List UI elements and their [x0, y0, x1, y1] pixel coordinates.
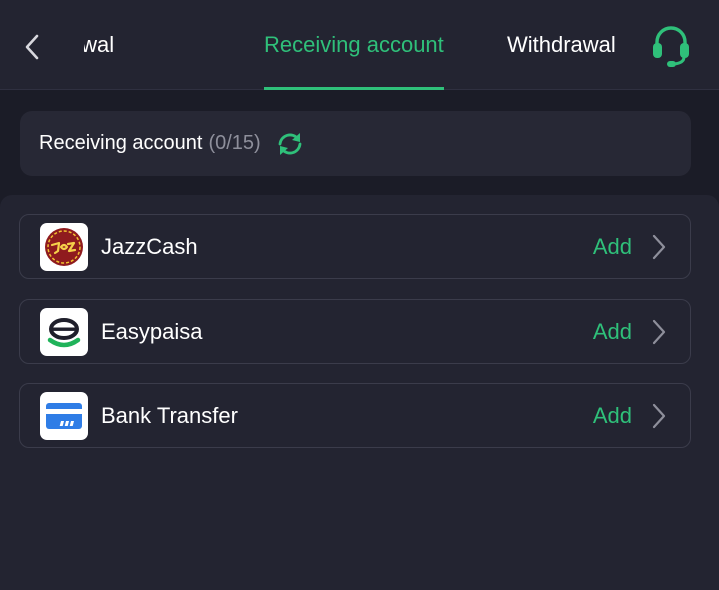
account-row-bank-transfer[interactable]: Bank Transfer Add [19, 383, 691, 448]
jazzcash-logo [40, 223, 88, 271]
tab-label: Receiving account [264, 32, 444, 57]
receiving-account-summary: Receiving account (0/15) [20, 111, 691, 176]
tab-receiving-account[interactable]: Receiving account [264, 0, 444, 90]
active-tab-indicator [264, 87, 444, 90]
tab-strip: t withdrawal Receiving account Withdrawa… [84, 0, 629, 90]
refresh-button[interactable] [275, 129, 305, 159]
tab-withdrawal[interactable]: Withdrawal [507, 0, 616, 90]
account-name: JazzCash [101, 233, 198, 259]
account-count: (0/15) [208, 132, 261, 154]
bank-card-icon [40, 392, 88, 440]
chevron-right-icon [648, 233, 670, 261]
account-row-easypaisa[interactable]: Easypaisa Add [19, 299, 691, 364]
account-row-jazzcash[interactable]: JazzCash Add [19, 214, 691, 279]
easypaisa-logo [40, 308, 88, 356]
chevron-right-icon [648, 402, 670, 430]
tab-label: t withdrawal [84, 32, 115, 57]
payment-methods-panel: JazzCash Add Easypaisa Add Bank Transfer… [0, 195, 719, 590]
account-name: Easypaisa [101, 318, 203, 344]
account-name: Bank Transfer [101, 402, 238, 428]
customer-support-button[interactable] [648, 24, 694, 70]
chevron-left-icon [25, 34, 39, 60]
summary-title: Receiving account [39, 132, 203, 154]
top-navigation-bar: t withdrawal Receiving account Withdrawa… [0, 0, 719, 90]
add-account-link[interactable]: Add [593, 403, 632, 429]
chevron-right-icon [648, 318, 670, 346]
jazzcash-logo-graphic [45, 228, 83, 266]
tab-label: Withdrawal [507, 32, 616, 57]
easypaisa-logo-graphic [47, 318, 81, 348]
add-account-link[interactable]: Add [593, 234, 632, 260]
headset-icon [653, 26, 689, 67]
back-button[interactable] [16, 30, 48, 64]
tab-withdrawal-account[interactable]: t withdrawal [84, 0, 114, 90]
bank-card-graphic [46, 403, 82, 429]
refresh-icon [278, 132, 302, 155]
add-account-link[interactable]: Add [593, 319, 632, 345]
